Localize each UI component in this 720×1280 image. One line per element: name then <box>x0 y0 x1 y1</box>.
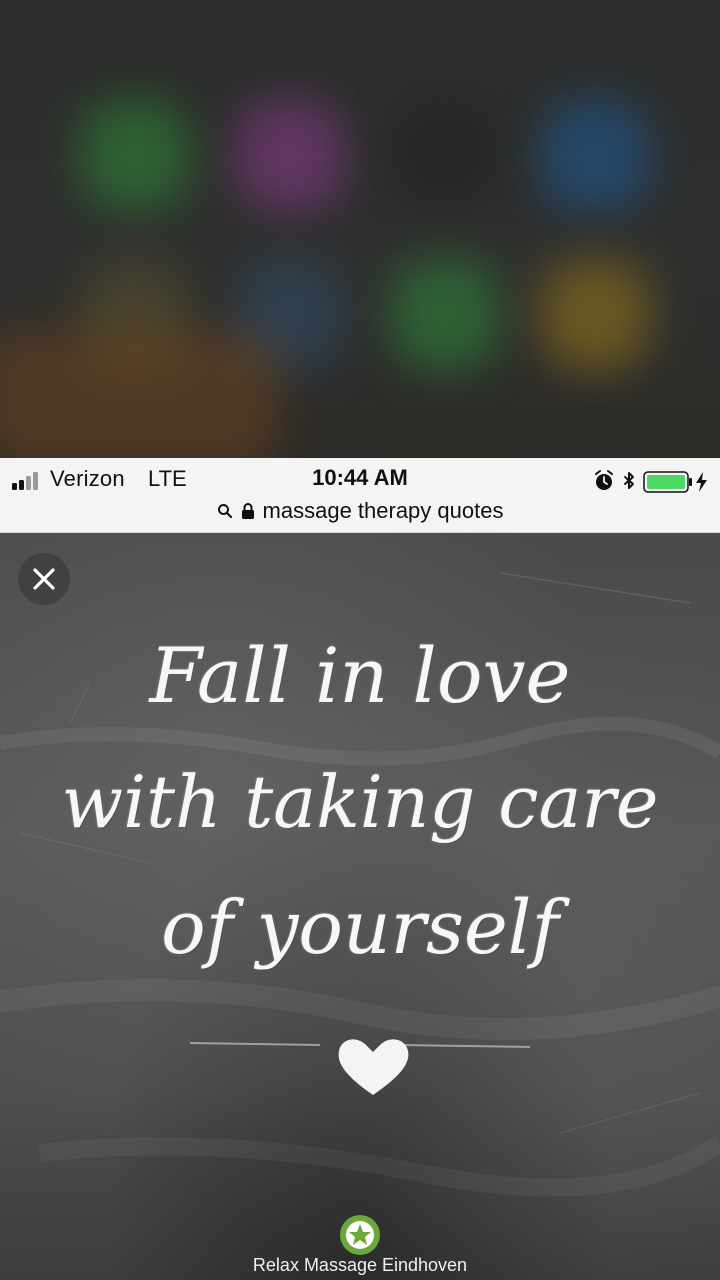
status-row: Verizon LTE 10:44 AM <box>0 462 720 498</box>
status-icons <box>595 470 707 493</box>
quote-line-1: Fall in love <box>149 631 571 720</box>
quote-line-2: with taking care <box>61 760 659 844</box>
blurred-app-icon <box>540 100 650 210</box>
lotus-logo-icon <box>340 1215 380 1255</box>
search-icon <box>217 504 232 519</box>
blurred-app-background <box>0 0 720 458</box>
url-text[interactable]: massage therapy quotes <box>263 498 504 524</box>
heart-divider <box>190 1039 530 1095</box>
charging-bolt-icon <box>696 472 707 492</box>
blurred-dock-strip <box>0 330 280 458</box>
brand-name: Relax Massage Eindhoven <box>252 1255 468 1275</box>
blurred-app-icon <box>390 100 500 210</box>
blurred-app-icon <box>235 100 345 210</box>
url-content[interactable]: massage therapy quotes <box>217 496 504 526</box>
blurred-app-icon <box>80 100 190 210</box>
blurred-app-icon <box>540 260 650 370</box>
quote-text: Fall in love with taking care of yoursel… <box>0 613 720 991</box>
url-bar[interactable]: massage therapy quotes <box>0 496 720 526</box>
heart-icon <box>338 1039 409 1095</box>
status-bar: Verizon LTE 10:44 AM massage therapy quo… <box>0 458 720 533</box>
close-icon <box>33 568 55 590</box>
quote-image: Fall in love with taking care of yoursel… <box>0 533 720 1280</box>
bluetooth-icon <box>624 472 634 489</box>
lock-icon <box>241 503 254 519</box>
battery-icon <box>643 471 692 493</box>
alarm-icon <box>595 470 613 490</box>
blurred-app-icon <box>390 260 500 370</box>
close-button[interactable] <box>18 553 70 605</box>
quote-line-3: of yourself <box>161 885 559 971</box>
